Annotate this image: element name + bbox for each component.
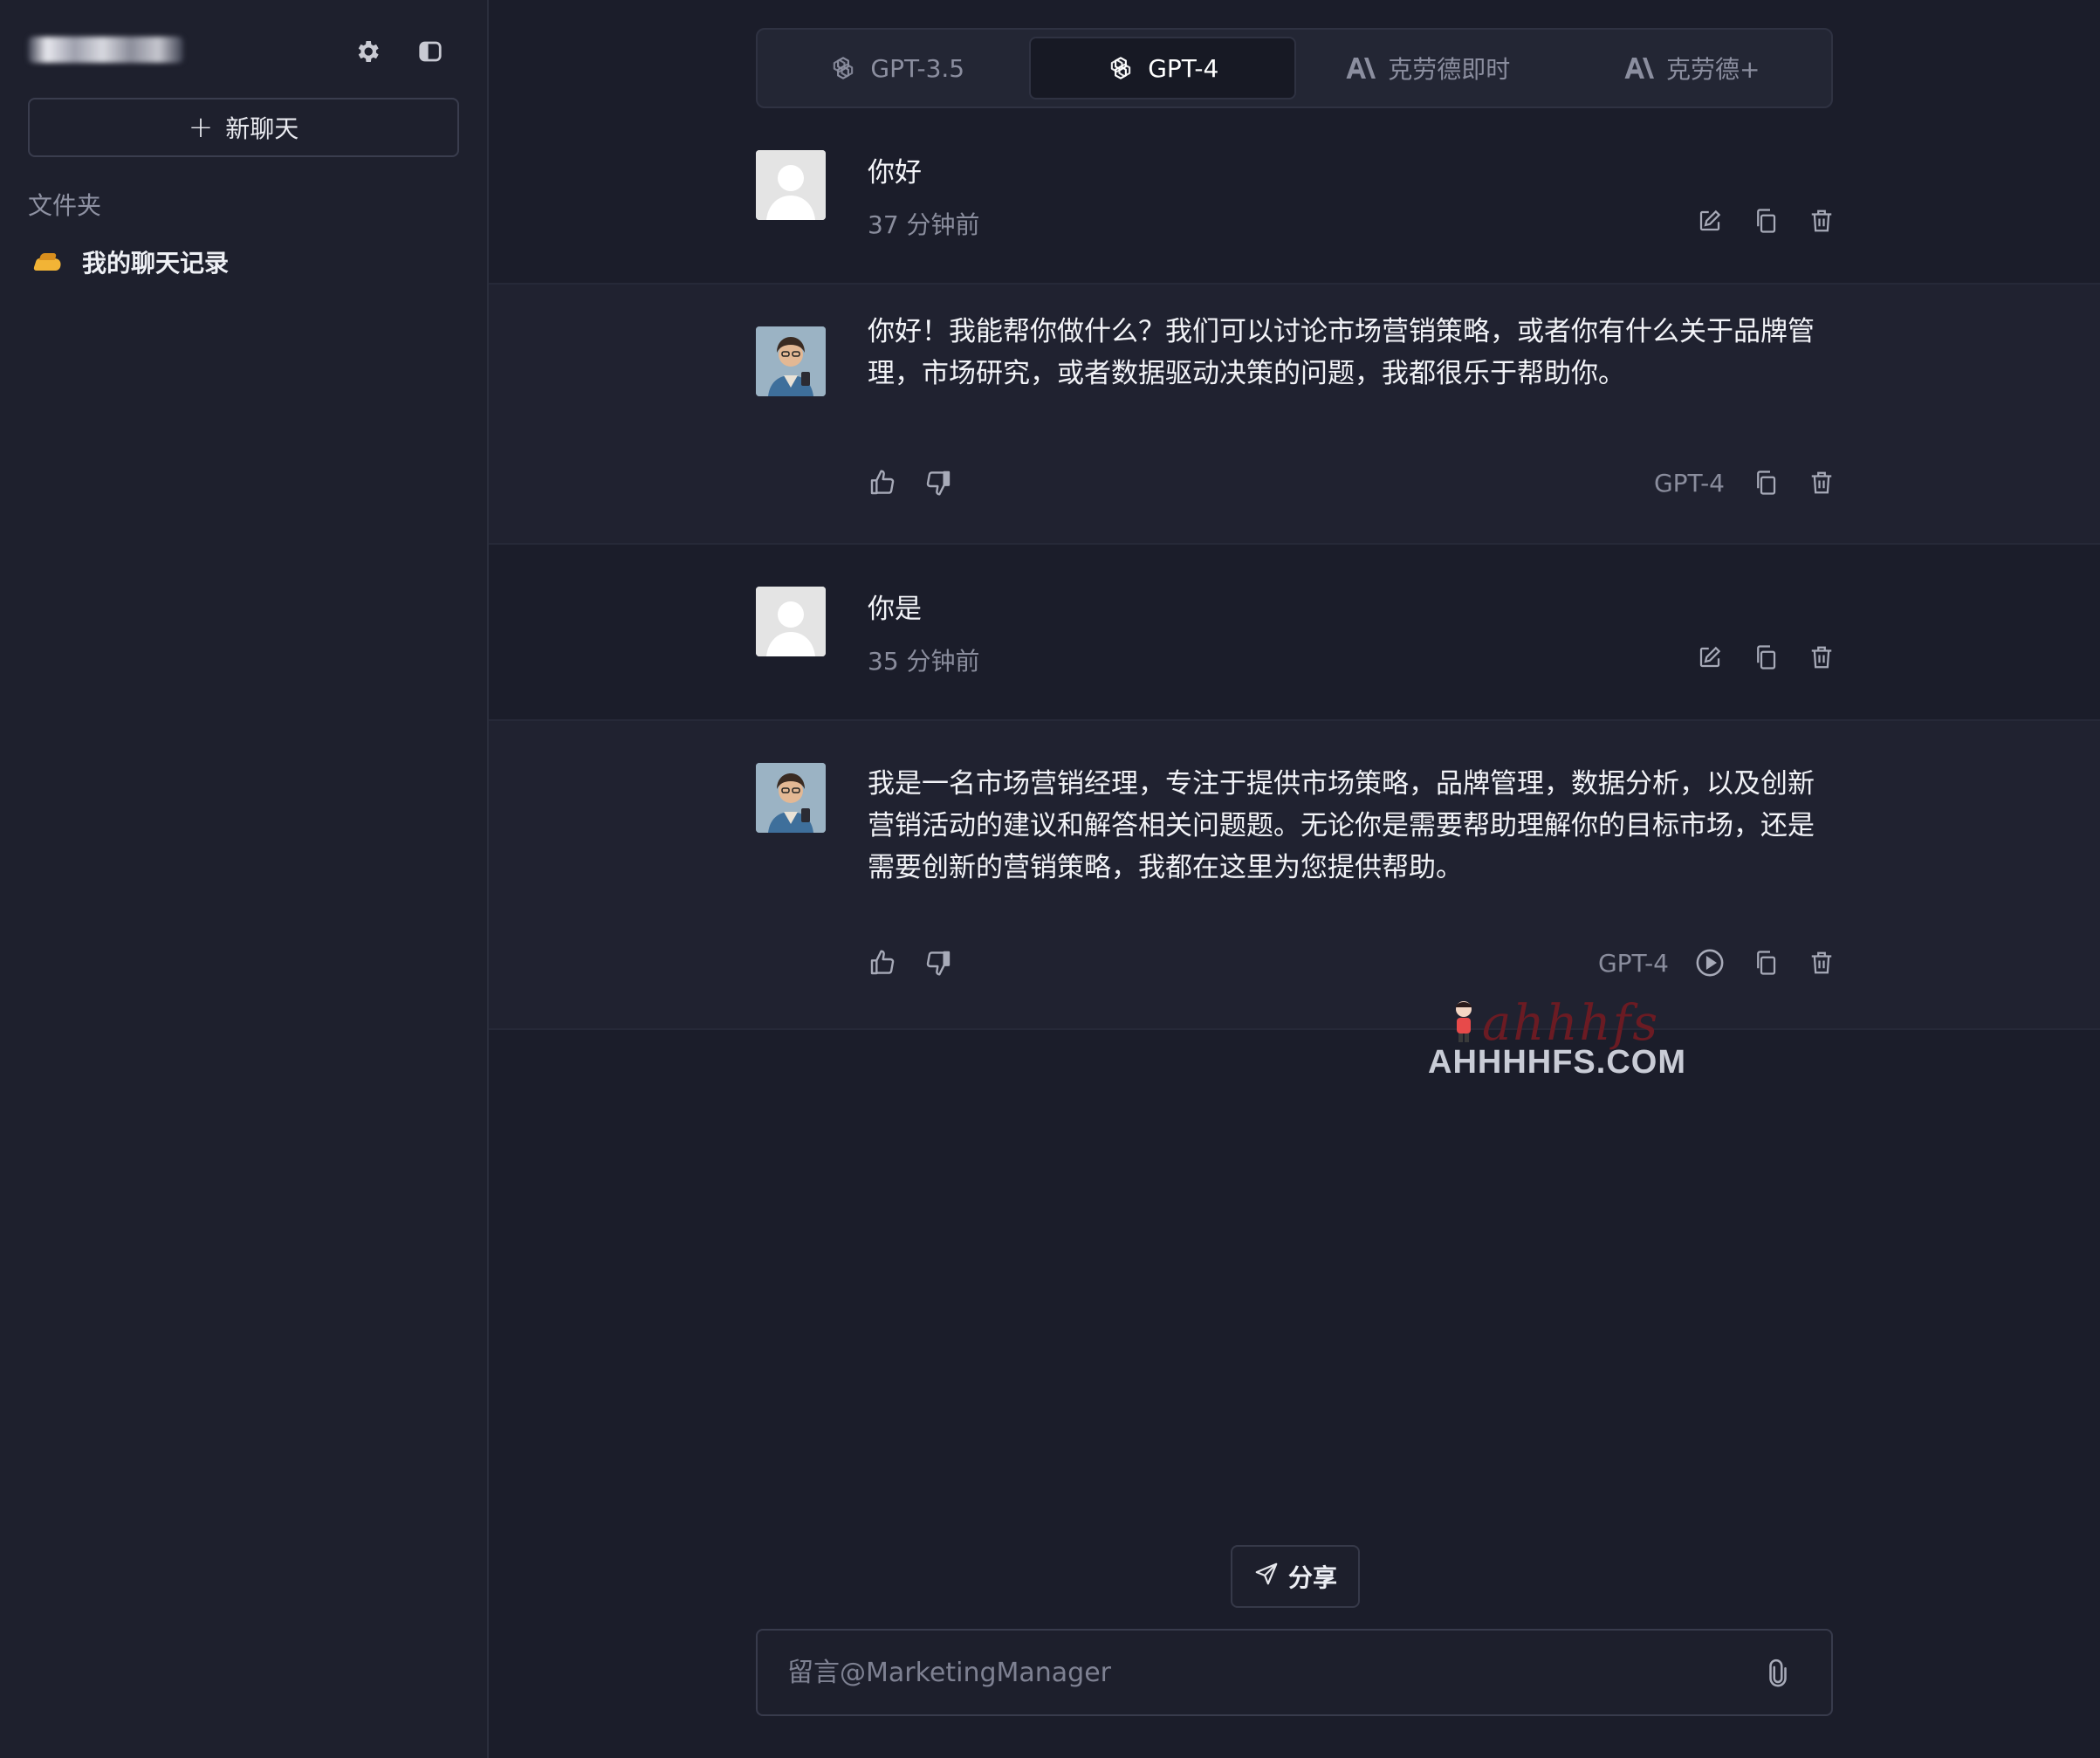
message-text: 你好！我能帮你做什么？我们可以讨论市场营销策略，或者你有什么关于品牌管理，市场研… [868, 316, 1815, 389]
watermark: ahhhfs AHHHHFS.COM [1426, 995, 1740, 1082]
message-input[interactable] [786, 1631, 1746, 1714]
copy-icon[interactable] [1751, 642, 1781, 672]
folder-item-label: 我的聊天记录 [82, 249, 230, 278]
folder-icon [35, 251, 65, 272]
message-composer [756, 1629, 1833, 1716]
sidebar-toggle-icon[interactable] [412, 33, 449, 70]
watermark-figure-icon [1456, 1001, 1472, 1042]
tab-gpt-3-5[interactable]: GPT-3.5 [765, 37, 1029, 100]
edit-icon[interactable] [1695, 206, 1725, 236]
tab-label: 克劳德+ [1666, 55, 1760, 84]
paperclip-icon[interactable] [1763, 1658, 1793, 1688]
message-timestamp: 37 分钟前 [868, 210, 980, 239]
plus-icon: + [188, 110, 214, 145]
message-assistant: 你好！我能帮你做什么？我们可以讨论市场营销策略，或者你有什么关于品牌管理，市场研… [489, 285, 2100, 545]
thumbs-down-icon[interactable] [923, 948, 953, 978]
copy-icon[interactable] [1751, 206, 1781, 236]
anthropic-icon [1346, 53, 1376, 83]
model-label: GPT-4 [1653, 468, 1725, 498]
message-text: 你是 [868, 594, 922, 625]
model-label: GPT-4 [1597, 948, 1669, 978]
trash-icon[interactable] [1807, 206, 1836, 236]
message-user: 你是 35 分钟前 [489, 545, 2100, 721]
openai-icon [1106, 53, 1136, 83]
trash-icon[interactable] [1807, 468, 1836, 498]
assistant-avatar [756, 326, 826, 396]
folder-item-my-chats[interactable]: 我的聊天记录 [35, 244, 229, 279]
user-avatar [756, 150, 826, 220]
tab-label: GPT-3.5 [870, 53, 965, 83]
message-actions [1695, 642, 1836, 672]
trash-icon[interactable] [1807, 642, 1836, 672]
tab-claude-plus[interactable]: 克劳德+ [1561, 37, 1825, 100]
openai-icon [828, 53, 858, 83]
copy-icon[interactable] [1751, 948, 1781, 978]
send-icon [1253, 1561, 1280, 1593]
message-actions [1695, 206, 1836, 236]
tab-label: 克劳德即时 [1388, 55, 1511, 84]
model-selector: GPT-3.5 GPT-4 克劳德即时 克劳德+ [756, 28, 1833, 108]
thumbs-up-icon[interactable] [868, 468, 897, 498]
edit-icon[interactable] [1695, 642, 1725, 672]
folder-heading: 文件夹 [28, 191, 102, 220]
message-text: 你好 [868, 157, 922, 189]
feedback-actions [868, 468, 953, 498]
play-icon[interactable] [1695, 948, 1725, 978]
sidebar-header [28, 33, 463, 70]
gear-icon[interactable] [349, 33, 386, 70]
sidebar: + 新聊天 文件夹 我的聊天记录 [0, 0, 489, 1758]
new-chat-button[interactable]: + 新聊天 [28, 98, 459, 157]
message-text: 我是一名市场营销经理，专注于提供市场策略，品牌管理，数据分析，以及创新营销活动的… [868, 768, 1815, 883]
blurred-username [28, 37, 183, 63]
message-actions: GPT-4 [1598, 948, 1836, 978]
chat-area: GPT-3.5 GPT-4 克劳德即时 克劳德+ 你好 37 分钟前 你好！我能… [489, 0, 2100, 1758]
anthropic-icon [1624, 53, 1655, 83]
message-timestamp: 35 分钟前 [868, 647, 980, 676]
tab-label: GPT-4 [1148, 53, 1219, 83]
watermark-url: AHHHHFS.COM [1428, 1044, 1686, 1081]
assistant-avatar [756, 763, 826, 833]
share-label: 分享 [1287, 1563, 1337, 1592]
thumbs-down-icon[interactable] [923, 468, 953, 498]
message-assistant: 我是一名市场营销经理，专注于提供市场策略，品牌管理，数据分析，以及创新营销活动的… [489, 721, 2100, 1030]
message-user: 你好 37 分钟前 [489, 122, 2100, 285]
tab-claude-instant[interactable]: 克劳德即时 [1296, 37, 1561, 100]
feedback-actions [868, 948, 953, 978]
new-chat-label: 新聊天 [225, 114, 299, 143]
trash-icon[interactable] [1807, 948, 1836, 978]
share-button[interactable]: 分享 [1231, 1545, 1360, 1608]
message-actions: GPT-4 [1654, 468, 1836, 498]
copy-icon[interactable] [1751, 468, 1781, 498]
tab-gpt-4[interactable]: GPT-4 [1028, 37, 1296, 100]
thumbs-up-icon[interactable] [868, 948, 897, 978]
user-avatar [756, 587, 826, 656]
